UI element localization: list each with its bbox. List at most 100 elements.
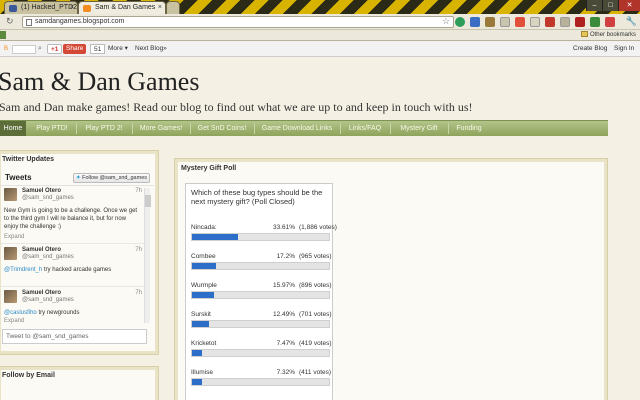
tweets-header: Tweets ✦ Follow @sam_snd_games [1, 169, 154, 186]
tab-game-download-links[interactable]: Game Download Links [256, 121, 338, 136]
tab-home[interactable]: Home [0, 121, 26, 136]
expand-link[interactable]: Expand [4, 318, 24, 324]
tweet-text: New Gym is going to be a challenge. Once… [4, 208, 138, 230]
tab-more-games[interactable]: More Games! [134, 121, 188, 136]
blog-search-input[interactable] [12, 45, 36, 54]
page-right-margin [608, 57, 640, 400]
extension-icon[interactable] [485, 17, 495, 27]
poll-option-percent: 15.97% [272, 282, 295, 289]
folder-icon [580, 31, 588, 37]
poll-option: Nincada: 33.61% (1,886 votes) [191, 224, 337, 250]
address-bar[interactable]: samdangames.blogspot.com [22, 16, 454, 28]
extension-icon[interactable] [560, 17, 570, 27]
tab-play-ptd[interactable]: Play PTD! [30, 121, 74, 136]
follow-button[interactable]: ✦ Follow @sam_snd_games [72, 173, 150, 183]
extension-icon[interactable] [515, 17, 525, 27]
tweet-mention[interactable]: @caslusfiho [4, 310, 37, 316]
tweet-mention[interactable]: @Trimdrent_h [4, 267, 42, 273]
twitter-bird-icon: ✦ [75, 175, 81, 181]
next-blog-link[interactable]: Next Blog» [135, 44, 167, 54]
poll-option-votes: (896 votes) [299, 282, 332, 289]
tab-mystery-gift[interactable]: Mystery Gift [392, 121, 446, 136]
blogger-navbar: B ⌕ +1 Share 51 More ▾ Next Blog» Create… [0, 41, 640, 57]
extension-icon[interactable] [470, 17, 480, 27]
tweet-time[interactable]: 7h [135, 290, 142, 296]
page-icon [26, 19, 32, 26]
extension-icon[interactable] [530, 17, 540, 27]
poll-option-name: Combee [191, 253, 216, 260]
tweet-time[interactable]: 7h [135, 188, 142, 194]
blog-nav-tabs: Home Play PTD! Play PTD 2! More Games! G… [0, 120, 608, 136]
tweet[interactable]: Samuel Otero @sam_snd_games 7h New Gym i… [1, 186, 144, 244]
tweet[interactable]: Samuel Otero @sam_snd_games 7h @caslusfi… [1, 288, 144, 324]
extension-icon[interactable] [500, 17, 510, 27]
search-icon[interactable]: ⌕ [38, 44, 42, 54]
create-blog-link[interactable]: Create Blog [573, 44, 607, 54]
bookmark-icon[interactable] [0, 31, 6, 39]
maximize-icon[interactable]: □ [602, 0, 618, 11]
tab-play-ptd2[interactable]: Play PTD 2! [78, 121, 130, 136]
tweet-author[interactable]: Samuel Otero [22, 247, 61, 253]
poll-bar-fill [192, 350, 203, 356]
expand-link[interactable]: Expand [4, 234, 24, 240]
facebook-icon [9, 5, 17, 12]
tab-links-faq[interactable]: Links/FAQ [342, 121, 388, 136]
tab-funding[interactable]: Funding [450, 121, 488, 136]
tab-separator [254, 123, 255, 134]
browser-tab-samdan[interactable]: Sam & Dan Games × [78, 1, 166, 14]
poll-option-percent: 33.61% [272, 224, 295, 231]
tweet-handle[interactable]: @sam_snd_games [22, 195, 74, 201]
extension-icon[interactable] [545, 17, 555, 27]
bookmark-star-icon[interactable]: ☆ [442, 16, 450, 26]
close-tab-icon[interactable]: × [70, 4, 74, 11]
tweet-handle[interactable]: @sam_snd_games [22, 297, 74, 303]
poll-box: Which of these bug types should be the n… [185, 183, 337, 400]
share-button[interactable]: Share [63, 44, 87, 54]
close-tab-icon[interactable]: × [158, 4, 162, 11]
poll-option: Wurmple 15.97% (896 votes) [191, 282, 332, 308]
tab-separator [448, 123, 449, 134]
tweet-text: @caslusfiho try newgrounds [4, 309, 140, 317]
minimize-icon[interactable]: – [586, 0, 602, 11]
tab-separator [390, 123, 391, 134]
reload-icon[interactable]: ↻ [6, 16, 14, 27]
tweet-author[interactable]: Samuel Otero [22, 188, 61, 194]
browser-tab-hacked[interactable]: (1) Hacked_PTD2 × [4, 1, 78, 14]
tweet-list: Samuel Otero @sam_snd_games 7h New Gym i… [1, 186, 144, 324]
poll-option: Illumise 7.32% (411 votes) [191, 369, 331, 395]
tweet-body: try newgrounds [36, 310, 80, 316]
blog-description: Sam and Dan make games! Read our blog to… [0, 100, 473, 114]
wrench-menu-icon[interactable]: 🔧 [626, 16, 637, 27]
avatar[interactable] [4, 290, 17, 303]
sign-in-link[interactable]: Sign In [614, 44, 634, 54]
extension-icon[interactable] [455, 17, 465, 27]
tab-get-coins[interactable]: Get SnD Coins! [192, 121, 252, 136]
poll-option-votes: (419 votes) [299, 340, 332, 347]
avatar[interactable] [4, 188, 17, 201]
tweet-handle[interactable]: @sam_snd_games [22, 254, 74, 260]
close-window-icon[interactable]: ✕ [618, 0, 640, 11]
poll-option-votes: (965 votes) [299, 253, 332, 260]
tweet[interactable]: Samuel Otero @sam_snd_games 7h @Trimdren… [1, 245, 144, 287]
tweet-time[interactable]: 7h [135, 247, 142, 253]
tab-separator [132, 123, 133, 134]
extension-icon[interactable] [590, 17, 600, 27]
blog-title[interactable]: Sam & Dan Games [0, 67, 199, 97]
poll-option-name: Illumise [191, 369, 214, 376]
gmail-icon[interactable] [575, 17, 585, 27]
share-label: Share [66, 45, 84, 52]
scrollbar-thumb[interactable] [145, 195, 151, 207]
new-tab-button[interactable] [166, 1, 180, 14]
tweets-scrollbar[interactable] [144, 188, 151, 323]
tweet-author[interactable]: Samuel Otero [22, 290, 61, 296]
other-bookmarks[interactable]: Other bookmarks [580, 31, 636, 38]
tweet-input[interactable]: Tweet to @sam_snd_games [2, 329, 147, 344]
poll-bar-track [191, 378, 330, 386]
more-menu[interactable]: More ▾ [108, 44, 128, 54]
extension-icon[interactable] [605, 17, 615, 27]
browser-tab-strip: (1) Hacked_PTD2 × Sam & Dan Games × – □ … [0, 0, 640, 14]
gplus-button[interactable]: +1 [47, 44, 63, 54]
blogger-logo-icon[interactable]: B [4, 44, 8, 54]
avatar[interactable] [4, 247, 17, 260]
poll-bar-fill [192, 321, 210, 327]
